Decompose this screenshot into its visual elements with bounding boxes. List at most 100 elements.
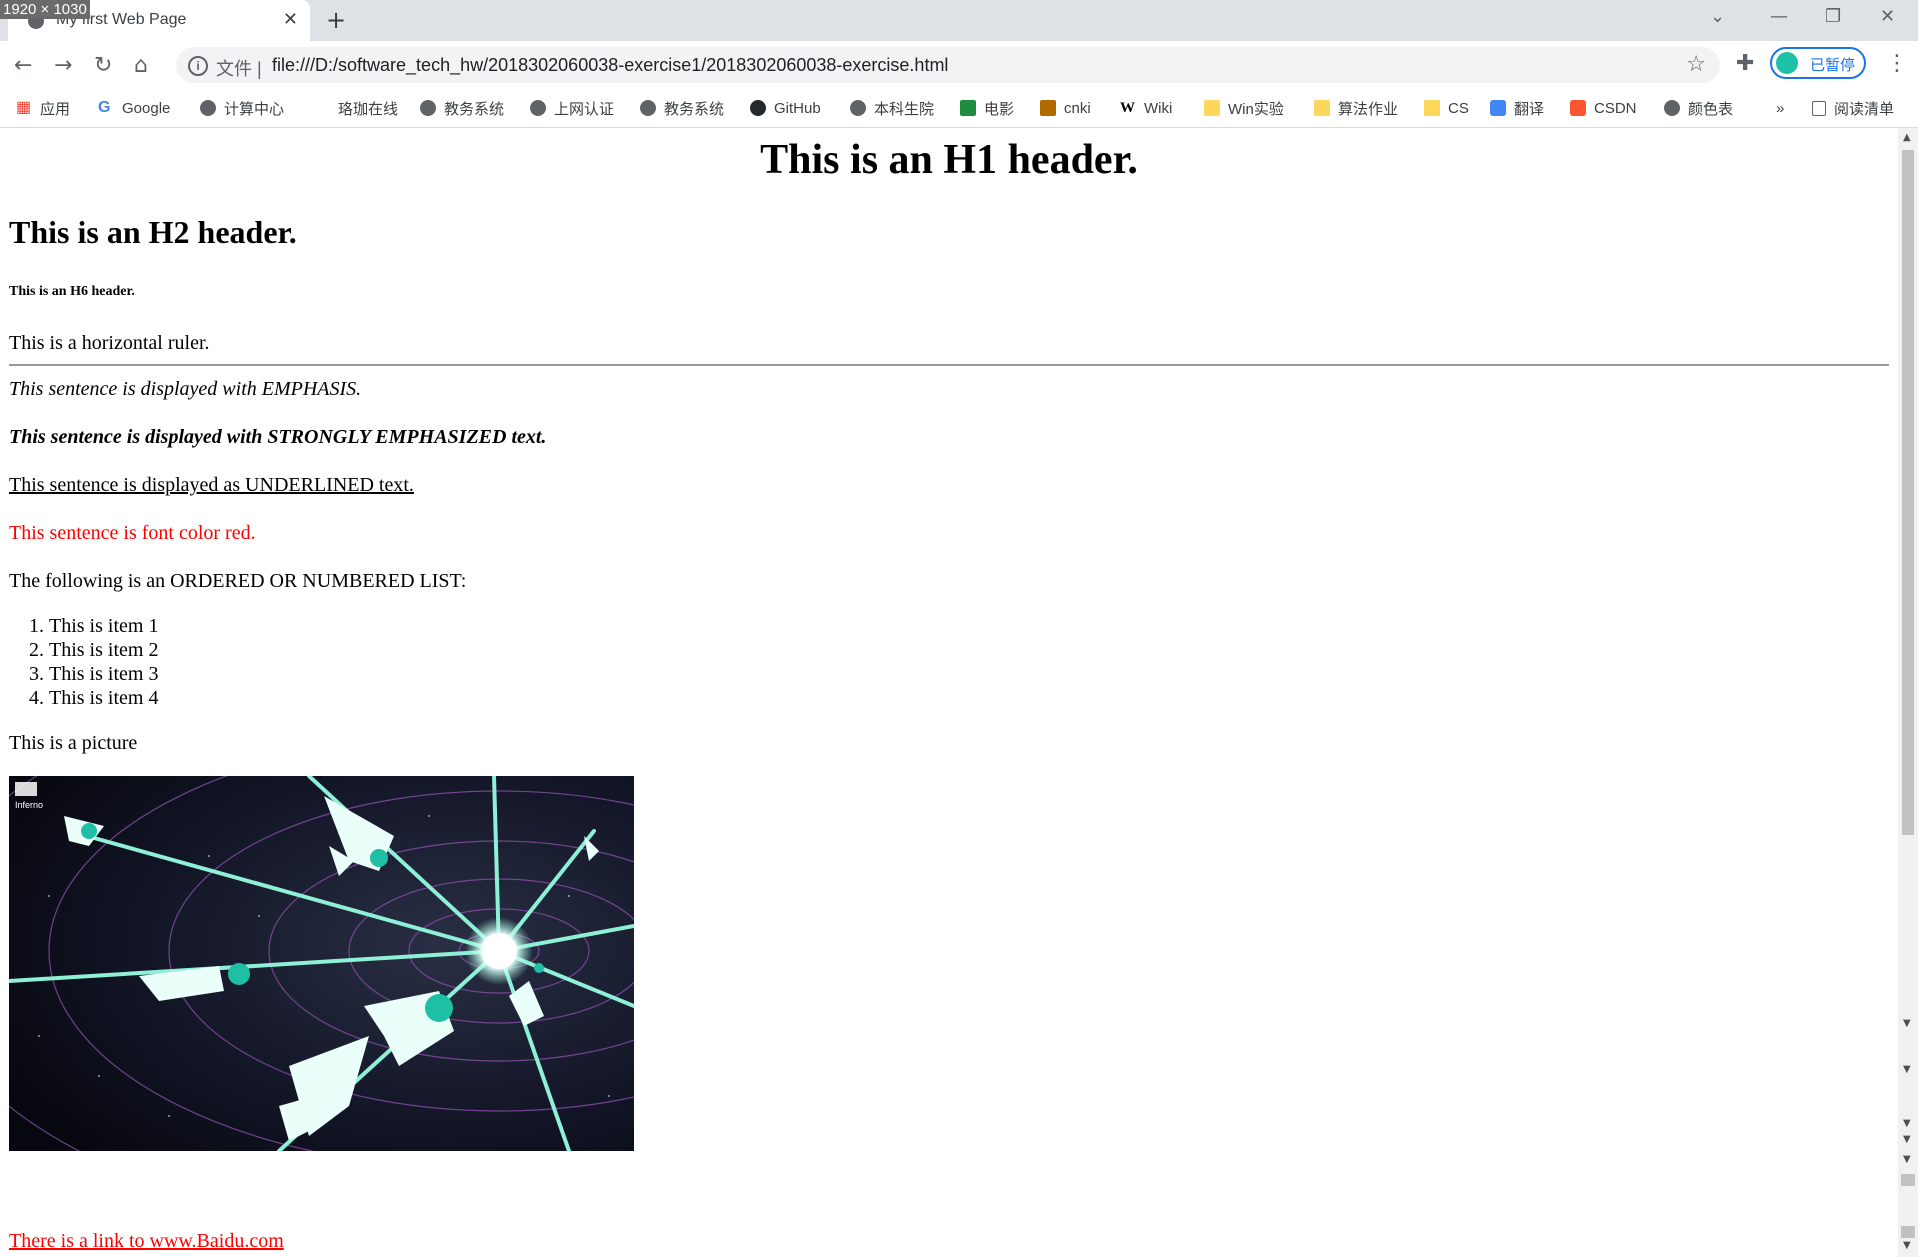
list-intro-text: The following is an ORDERED OR NUMBERED … xyxy=(9,570,467,592)
forward-arrow-icon[interactable]: → xyxy=(54,53,72,78)
close-window-icon[interactable]: ✕ xyxy=(1880,6,1895,27)
bookmark-label: 教务系统 xyxy=(444,100,505,118)
bookmarks-overflow-button[interactable]: » xyxy=(1776,89,1784,127)
bookmark-label: Google xyxy=(122,99,171,117)
scroll-down-arrow-icon[interactable]: ▼ xyxy=(1903,1118,1911,1129)
extensions-puzzle-icon[interactable]: ✚ xyxy=(1736,51,1754,76)
underlined-text: This sentence is displayed as UNDERLINED… xyxy=(9,474,414,496)
url-text[interactable]: file:///D:/software_tech_hw/201830206003… xyxy=(272,55,948,76)
list-item: This is item 3 xyxy=(49,662,158,686)
scroll-thumb-small[interactable] xyxy=(1901,1226,1915,1238)
translate-icon xyxy=(1490,100,1506,116)
file-scheme-label: 文件 | xyxy=(216,59,262,79)
reading-list-label: 阅读清单 xyxy=(1834,100,1895,118)
bookmark-item[interactable]: 教务系统 xyxy=(640,89,724,127)
folder-icon xyxy=(1424,100,1440,116)
bookmark-label: 翻译 xyxy=(1514,100,1545,118)
picture-watermark: Inferno xyxy=(15,800,43,810)
bookmark-item[interactable]: Win实验 xyxy=(1204,89,1284,127)
globe-icon xyxy=(200,100,216,116)
bookmark-label: 计算中心 xyxy=(224,100,285,118)
folder-icon xyxy=(1314,100,1330,116)
bookmark-label: 电影 xyxy=(984,100,1015,118)
scroll-thumb-small[interactable] xyxy=(1901,1174,1915,1186)
kebab-menu-icon[interactable]: ⋮ xyxy=(1886,51,1908,76)
bookmark-item[interactable]: 教务系统 xyxy=(420,89,504,127)
new-tab-button[interactable]: + xyxy=(326,6,346,34)
cnki-icon xyxy=(1040,100,1056,116)
home-icon[interactable]: ⌂ xyxy=(134,53,148,78)
bookmark-item[interactable]: W Wiki xyxy=(1120,89,1172,127)
globe-icon xyxy=(530,100,546,116)
scroll-down-arrow-icon[interactable]: ▼ xyxy=(1903,1240,1911,1251)
profile-status-label: 已暂停 xyxy=(1810,57,1856,74)
bookmark-item[interactable]: GitHub xyxy=(750,89,821,127)
bookmark-label: CSDN xyxy=(1594,99,1637,117)
apps-icon: ▦ xyxy=(16,99,32,116)
csdn-icon xyxy=(1570,100,1586,116)
bookmark-label: 颜色表 xyxy=(1688,100,1734,118)
bookmark-label: 上网认证 xyxy=(554,100,615,118)
space-picture: Inferno xyxy=(9,776,634,1151)
info-icon[interactable]: i xyxy=(188,56,208,76)
close-icon[interactable]: ✕ xyxy=(283,9,298,30)
bookmark-label: Wiki xyxy=(1144,99,1173,117)
page-scrollbar[interactable]: ▲ ▼ ▼ ▼ ▼ ▼ ▼ xyxy=(1898,128,1918,1257)
globe-icon xyxy=(850,100,866,116)
globe-icon xyxy=(420,100,436,116)
bookmark-item[interactable]: 颜色表 xyxy=(1664,89,1733,127)
scroll-thumb[interactable] xyxy=(1902,150,1914,835)
tab-search-icon[interactable]: ⌄ xyxy=(1710,6,1725,27)
github-icon xyxy=(750,100,766,116)
back-arrow-icon[interactable]: ← xyxy=(14,53,32,78)
avatar xyxy=(1776,52,1798,74)
scroll-down-arrow-icon[interactable]: ▼ xyxy=(1903,1018,1911,1029)
bookmark-label: cnki xyxy=(1064,99,1091,117)
address-bar[interactable]: i 文件 | file:///D:/software_tech_hw/20183… xyxy=(176,47,1720,83)
scroll-down-arrow-icon[interactable]: ▼ xyxy=(1903,1154,1911,1165)
horizontal-ruler xyxy=(9,364,1889,366)
minimize-icon[interactable]: — xyxy=(1770,6,1788,27)
bookmark-item[interactable]: 本科生院 xyxy=(850,89,934,127)
baidu-link[interactable]: There is a link to www.Baidu.com xyxy=(9,1230,284,1253)
bookmark-item[interactable]: 翻译 xyxy=(1490,89,1544,127)
bookmark-item[interactable]: CS xyxy=(1424,89,1469,127)
bookmark-item[interactable]: CSDN xyxy=(1570,89,1637,127)
h2-header: This is an H2 header. xyxy=(9,214,297,250)
profile-button[interactable]: 已暂停 xyxy=(1770,47,1866,79)
bookmark-label: 算法作业 xyxy=(1338,100,1399,118)
bookmark-item[interactable]: cnki xyxy=(1040,89,1091,127)
bookmark-item[interactable]: 算法作业 xyxy=(1314,89,1398,127)
google-icon: G xyxy=(98,99,111,116)
folder-icon xyxy=(1204,100,1220,116)
emphasis-text: This sentence is displayed with EMPHASIS… xyxy=(9,378,362,400)
bookmark-item[interactable]: 电影 xyxy=(960,89,1014,127)
globe-icon xyxy=(1664,100,1680,116)
bookmark-item[interactable]: 上网认证 xyxy=(530,89,614,127)
bookmark-label: 应用 xyxy=(40,100,71,118)
scroll-up-arrow-icon[interactable]: ▲ xyxy=(1903,132,1911,143)
scroll-down-arrow-icon[interactable]: ▼ xyxy=(1903,1134,1911,1145)
h6-header: This is an H6 header. xyxy=(9,284,135,299)
reading-list-icon xyxy=(1812,100,1826,116)
list-item: This is item 2 xyxy=(49,638,158,662)
bookmark-label: GitHub xyxy=(774,99,821,117)
ordered-list: This is item 1 This is item 2 This is it… xyxy=(9,614,158,710)
restore-icon[interactable]: ❐ xyxy=(1825,6,1841,27)
ruler-intro-text: This is a horizontal ruler. xyxy=(9,332,210,354)
bookmark-star-icon[interactable]: ☆ xyxy=(1686,52,1706,77)
list-item: This is item 4 xyxy=(49,686,158,710)
bookmark-label: 本科生院 xyxy=(874,100,935,118)
bookmark-item[interactable]: 计算中心 xyxy=(200,89,284,127)
browser-toolbar: ← → ↻ ⌂ i 文件 | file:///D:/software_tech_… xyxy=(0,41,1918,89)
scroll-down-arrow-icon[interactable]: ▼ xyxy=(1903,1064,1911,1075)
bookmark-item[interactable]: G Google xyxy=(98,89,170,127)
bookmark-item[interactable]: 珞珈在线 xyxy=(338,89,398,127)
bookmark-label: Win实验 xyxy=(1228,100,1284,118)
reading-list-button[interactable]: 阅读清单 xyxy=(1812,89,1894,127)
bookmark-item[interactable]: ▦ 应用 xyxy=(16,89,70,127)
strong-emphasis-text: This sentence is displayed with STRONGLY… xyxy=(9,426,547,448)
reload-icon[interactable]: ↻ xyxy=(94,53,112,78)
douban-icon xyxy=(960,100,976,116)
globe-icon xyxy=(640,100,656,116)
